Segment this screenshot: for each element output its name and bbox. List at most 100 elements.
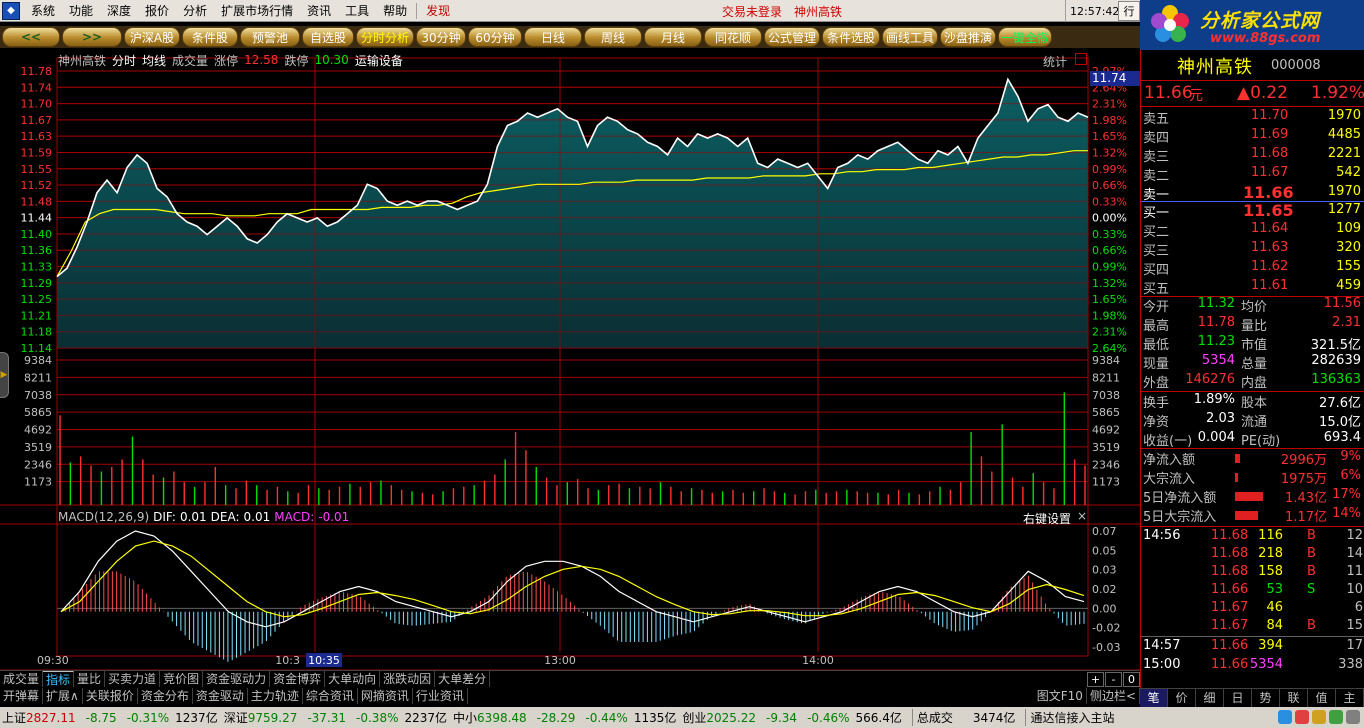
f10-button[interactable]: 图文F10 [1034,687,1087,704]
tab-tonghuashun[interactable]: 同花顺 [704,27,762,47]
tick-count: 11 [1346,564,1363,579]
menu-discover[interactable]: 发现 [419,2,457,19]
lock-icon[interactable] [1329,710,1343,724]
fund-distribution-button[interactable]: 资金分布 [138,687,193,704]
tab-60min[interactable]: 60分钟 [468,27,522,47]
stat-label: 净资 [1143,415,1170,430]
quote-button[interactable]: 行 [1118,1,1140,21]
tick-row: 14:56 11.68 116 B 12 [1141,528,1364,547]
tab-sandbox[interactable]: 沙盘推演 [940,27,996,47]
menu-help[interactable]: 帮助 [376,2,414,19]
tab-formula-manager[interactable]: 公式管理 [764,27,820,47]
web-news-button[interactable]: 网摘资讯 [358,687,413,704]
intraday-chart[interactable]: 11.782.97%11.742.64%11.702.31%11.671.98%… [0,50,1140,670]
message-icon[interactable] [1312,710,1326,724]
price-axis-label: 11.44 [21,212,53,225]
industry-news-button[interactable]: 行业资讯 [413,687,468,704]
tab-30min[interactable]: 30分钟 [416,27,466,47]
tick-price: 11.66 [1211,657,1249,672]
tab-main[interactable]: 主 [1336,689,1364,707]
tab-intraday[interactable]: 分时分析 [356,27,414,47]
index-pct: -0.44% [585,710,628,725]
alert-icon[interactable] [1295,710,1309,724]
dea-value: 0.01 [243,510,271,524]
sidebar-toggle-button[interactable]: 侧边栏< [1087,687,1140,704]
tab-hushen-a[interactable]: 沪深A股 [124,27,180,47]
pct-axis-label: 2.31% [1092,326,1127,339]
indicator-tab[interactable]: 大单动向 [325,671,381,687]
stat-label: 股本 [1241,396,1268,411]
menu-quote[interactable]: 报价 [138,2,176,19]
tick-row: 11.68 158 B 11 [1141,564,1364,583]
menu-analysis[interactable]: 分析 [176,2,214,19]
index-shanghai[interactable]: 上证 2827.11 -8.75 -0.31% 1237亿 [2,709,218,726]
volume-axis-label-right: 8211 [1092,371,1120,384]
tab-watchlist[interactable]: 自选股 [302,27,354,47]
indicator-tab[interactable]: 大单差分 [435,671,491,687]
settings-icon[interactable] [1346,710,1360,724]
time-cursor-label: 10:35 [308,654,340,667]
general-news-button[interactable]: 综合资讯 [303,687,358,704]
menu-bar: ◆ 系统 功能 深度 报价 分析 扩展市场行情 资讯 工具 帮助 发现 交易未登… [0,0,1145,22]
menu-depth[interactable]: 深度 [100,2,138,19]
panel-toggle-icon[interactable] [1075,53,1087,65]
index-shenzhen[interactable]: 深证 9759.27 -37.31 -0.38% 2237亿 [224,709,447,726]
indicator-tab[interactable]: 竞价图 [160,671,204,687]
tab-detail[interactable]: 细 [1196,689,1224,707]
danmaku-button[interactable]: 开弹幕 [0,687,44,704]
tab-trades[interactable]: 笔 [1140,689,1168,707]
tab-monthly[interactable]: 月线 [644,27,702,47]
close-indicator-icon[interactable]: × [1077,509,1087,523]
related-quote-button[interactable]: 关联报价 [83,687,138,704]
indicator-tab[interactable]: 买卖力道 [105,671,161,687]
tab-daily[interactable]: 日线 [524,27,582,47]
tab-value[interactable]: 值 [1308,689,1336,707]
menu-extended-market[interactable]: 扩展市场行情 [214,2,300,19]
tab-alert-pool[interactable]: 预警池 [240,27,300,47]
tab-day[interactable]: 日 [1224,689,1252,707]
zoom-in-button[interactable]: + [1087,672,1104,687]
dea-label: DEA: [210,510,240,524]
menu-news[interactable]: 资讯 [300,2,338,19]
tab-link[interactable]: 联 [1280,689,1308,707]
tab-condition-select[interactable]: 条件选股 [822,27,880,47]
app-icon[interactable]: ◆ [2,1,20,20]
indicator-tab[interactable]: 资金博弈 [270,671,326,687]
stats-button[interactable]: 统计 [1043,53,1067,70]
index-sme[interactable]: 中小 6398.48 -28.29 -0.44% 1135亿 [453,709,676,726]
indicator-tab[interactable]: 涨跌动因 [380,671,436,687]
zoom-out-button[interactable]: - [1105,672,1122,687]
tab-trend[interactable]: 势 [1252,689,1280,707]
ask-volume: 4485 [1327,127,1361,142]
tab-weekly[interactable]: 周线 [584,27,642,47]
expand-button[interactable]: 扩展∧ [43,687,83,704]
menu-function[interactable]: 功能 [62,2,100,19]
indicator-tab-selected[interactable]: 指标 [43,671,75,687]
tab-scroll-left[interactable]: << [2,27,60,47]
price-axis-label: 11.21 [21,309,53,322]
indicator-tab[interactable]: 资金驱动力 [203,671,271,687]
collapse-sidebar-arrow-icon[interactable]: ▶ [0,352,9,398]
pct-axis-label: 0.66% [1092,179,1127,192]
tab-cancel-all[interactable]: 一键全撤 [998,27,1052,47]
tab-price[interactable]: 价 [1168,689,1196,707]
reset-zoom-button[interactable]: 0 [1123,672,1140,687]
menu-system[interactable]: 系统 [24,2,62,19]
tab-scroll-right[interactable]: >> [62,27,122,47]
indicator-settings-button[interactable]: 右键设置 [1023,510,1071,527]
indicator-tab[interactable]: 成交量 [0,671,44,687]
menu-tools[interactable]: 工具 [338,2,376,19]
fund-drive-button[interactable]: 资金驱动 [193,687,248,704]
sector-label[interactable]: 运输设备 [355,52,403,69]
tab-draw-tools[interactable]: 画线工具 [882,27,938,47]
tab-condition-stocks[interactable]: 条件股 [182,27,238,47]
pct-axis-label: 1.32% [1092,146,1127,159]
volume-axis-label: 4692 [24,424,52,437]
index-chinext[interactable]: 创业 2025.22 -9.34 -0.46% 566.4亿 [682,709,902,726]
volume-axis-label: 1173 [24,476,52,489]
bid-price: 11.62 [1251,259,1289,274]
indicator-tab[interactable]: 量比 [74,671,106,687]
index-label: 上证 [2,711,27,725]
network-icon[interactable] [1278,710,1292,724]
main-track-button[interactable]: 主力轨迹 [248,687,303,704]
